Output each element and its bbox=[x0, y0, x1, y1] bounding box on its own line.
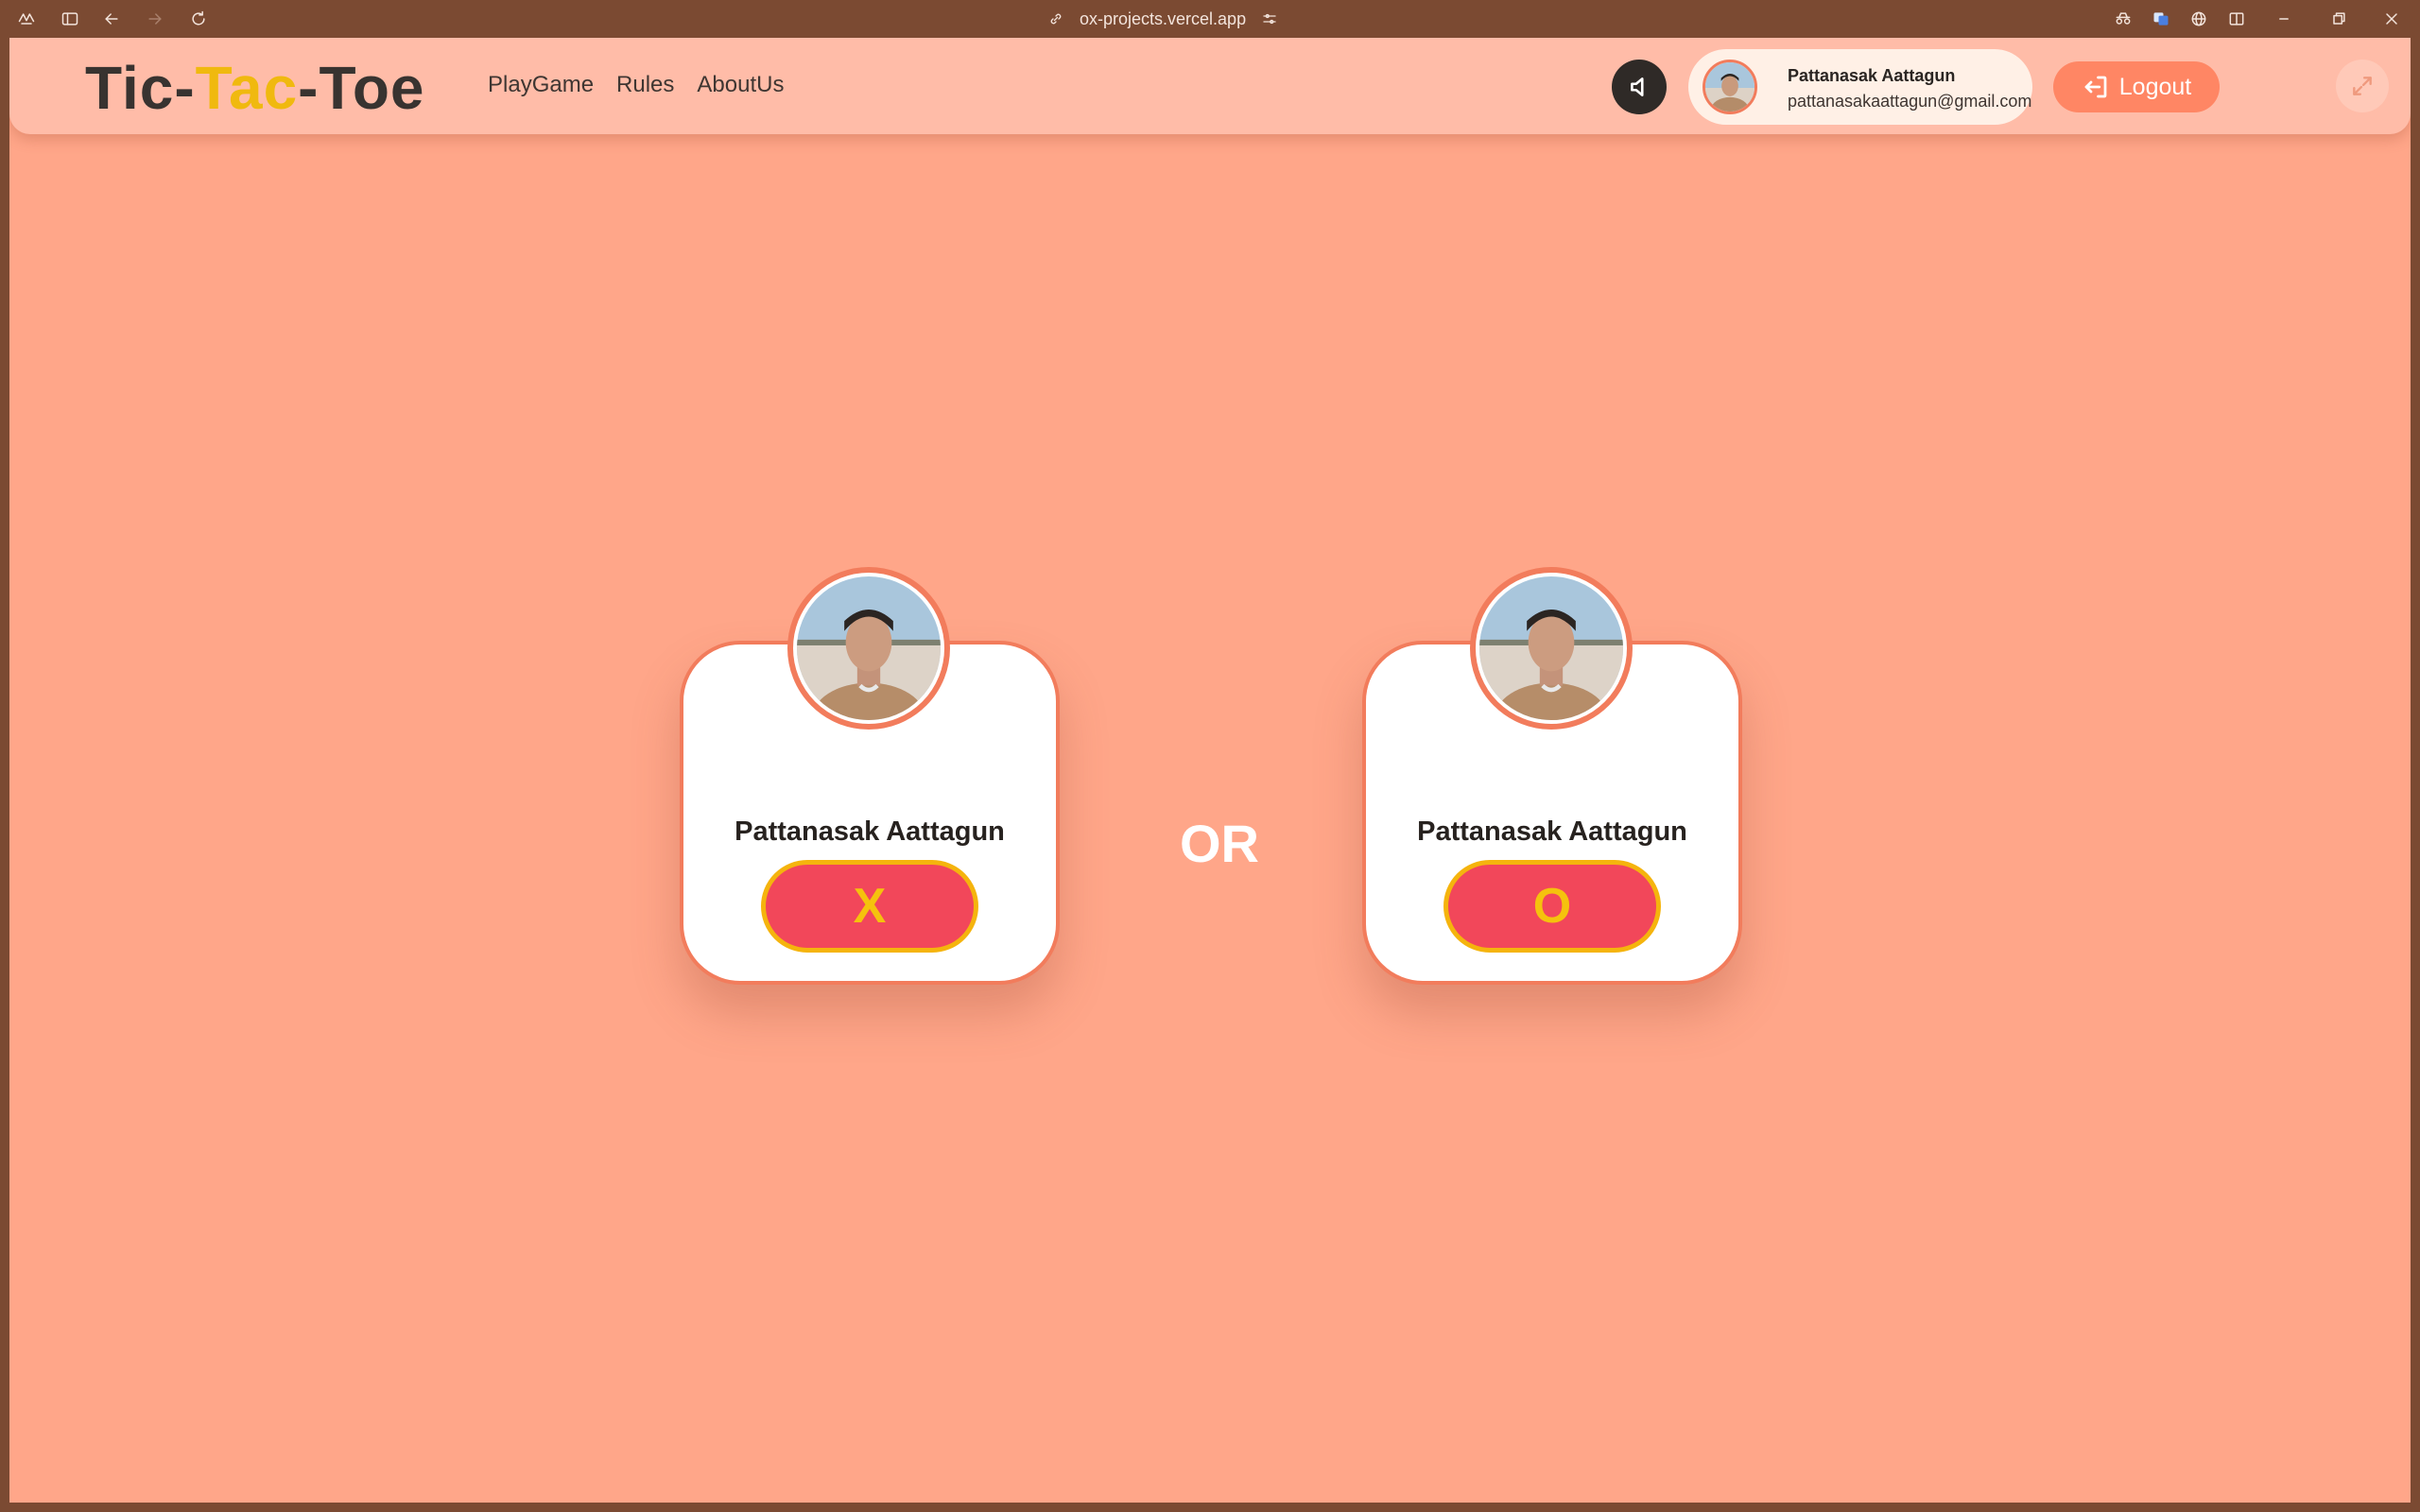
globe-icon[interactable] bbox=[2187, 8, 2210, 30]
choose-x-button[interactable]: X bbox=[761, 860, 978, 953]
link-icon bbox=[1050, 13, 1062, 25]
user-email: pattanasakaattagun@gmail.com bbox=[1788, 92, 2032, 111]
brand-logo[interactable]: Tic-Tac-Toe bbox=[85, 55, 425, 121]
nav-link-aboutus[interactable]: AboutUs bbox=[697, 70, 784, 100]
or-separator: OR bbox=[1180, 814, 1259, 873]
main-nav: PlayGame Rules AboutUs bbox=[488, 70, 784, 100]
minimize-icon[interactable] bbox=[2273, 8, 2295, 30]
user-profile-card[interactable]: Pattanasak Aattagun pattanasakaattagun@g… bbox=[1688, 49, 2032, 125]
player-avatar bbox=[787, 567, 950, 730]
player-name: Pattanasak Aattagun bbox=[735, 816, 1005, 847]
player-name: Pattanasak Aattagun bbox=[1417, 816, 1687, 847]
top-navbar: Tic-Tac-Toe PlayGame Rules AboutUs Patta… bbox=[9, 38, 2411, 134]
reload-icon[interactable] bbox=[187, 8, 210, 30]
brand-part-tac: Tac bbox=[195, 54, 299, 122]
brand-part-tic: Tic- bbox=[85, 54, 196, 122]
player-avatar bbox=[1470, 567, 1633, 730]
brand-part-toe: -Toe bbox=[298, 54, 425, 122]
incognito-extension-icon[interactable] bbox=[2112, 8, 2135, 30]
browser-chrome: ox-projects.vercel.app bbox=[0, 0, 2420, 38]
fullscreen-button[interactable] bbox=[2336, 60, 2389, 112]
site-settings-icon[interactable] bbox=[1261, 10, 1278, 27]
logout-label: Logout bbox=[2118, 73, 2192, 100]
address-bar[interactable]: ox-projects.vercel.app bbox=[1047, 0, 1278, 38]
sound-toggle-button[interactable] bbox=[1612, 60, 1667, 114]
browser-logo-icon[interactable] bbox=[15, 8, 38, 30]
logout-button[interactable]: Logout bbox=[2053, 61, 2220, 112]
forward-arrow-icon[interactable] bbox=[144, 8, 166, 30]
user-name: Pattanasak Aattagun bbox=[1788, 66, 1956, 85]
choose-o-button[interactable]: O bbox=[1443, 860, 1661, 953]
player-card-x: Pattanasak Aattagun X bbox=[680, 567, 1060, 985]
sidebar-toggle-icon[interactable] bbox=[59, 8, 81, 30]
back-arrow-icon[interactable] bbox=[100, 8, 123, 30]
split-view-icon[interactable] bbox=[2225, 8, 2248, 30]
nav-link-rules[interactable]: Rules bbox=[616, 70, 674, 100]
logout-icon bbox=[2084, 76, 2107, 98]
player-card-o: Pattanasak Aattagun O bbox=[1362, 567, 1742, 985]
avatar bbox=[1703, 60, 1757, 114]
expand-icon bbox=[2353, 77, 2372, 95]
speaker-icon bbox=[1631, 77, 1644, 96]
close-icon[interactable] bbox=[2380, 8, 2403, 30]
url-text: ox-projects.vercel.app bbox=[1080, 9, 1247, 28]
page-viewport: Tic-Tac-Toe PlayGame Rules AboutUs Patta… bbox=[9, 38, 2411, 1503]
nav-link-playgame[interactable]: PlayGame bbox=[488, 70, 594, 100]
translate-extension-icon[interactable] bbox=[2150, 8, 2172, 30]
restore-icon[interactable] bbox=[2327, 8, 2350, 30]
